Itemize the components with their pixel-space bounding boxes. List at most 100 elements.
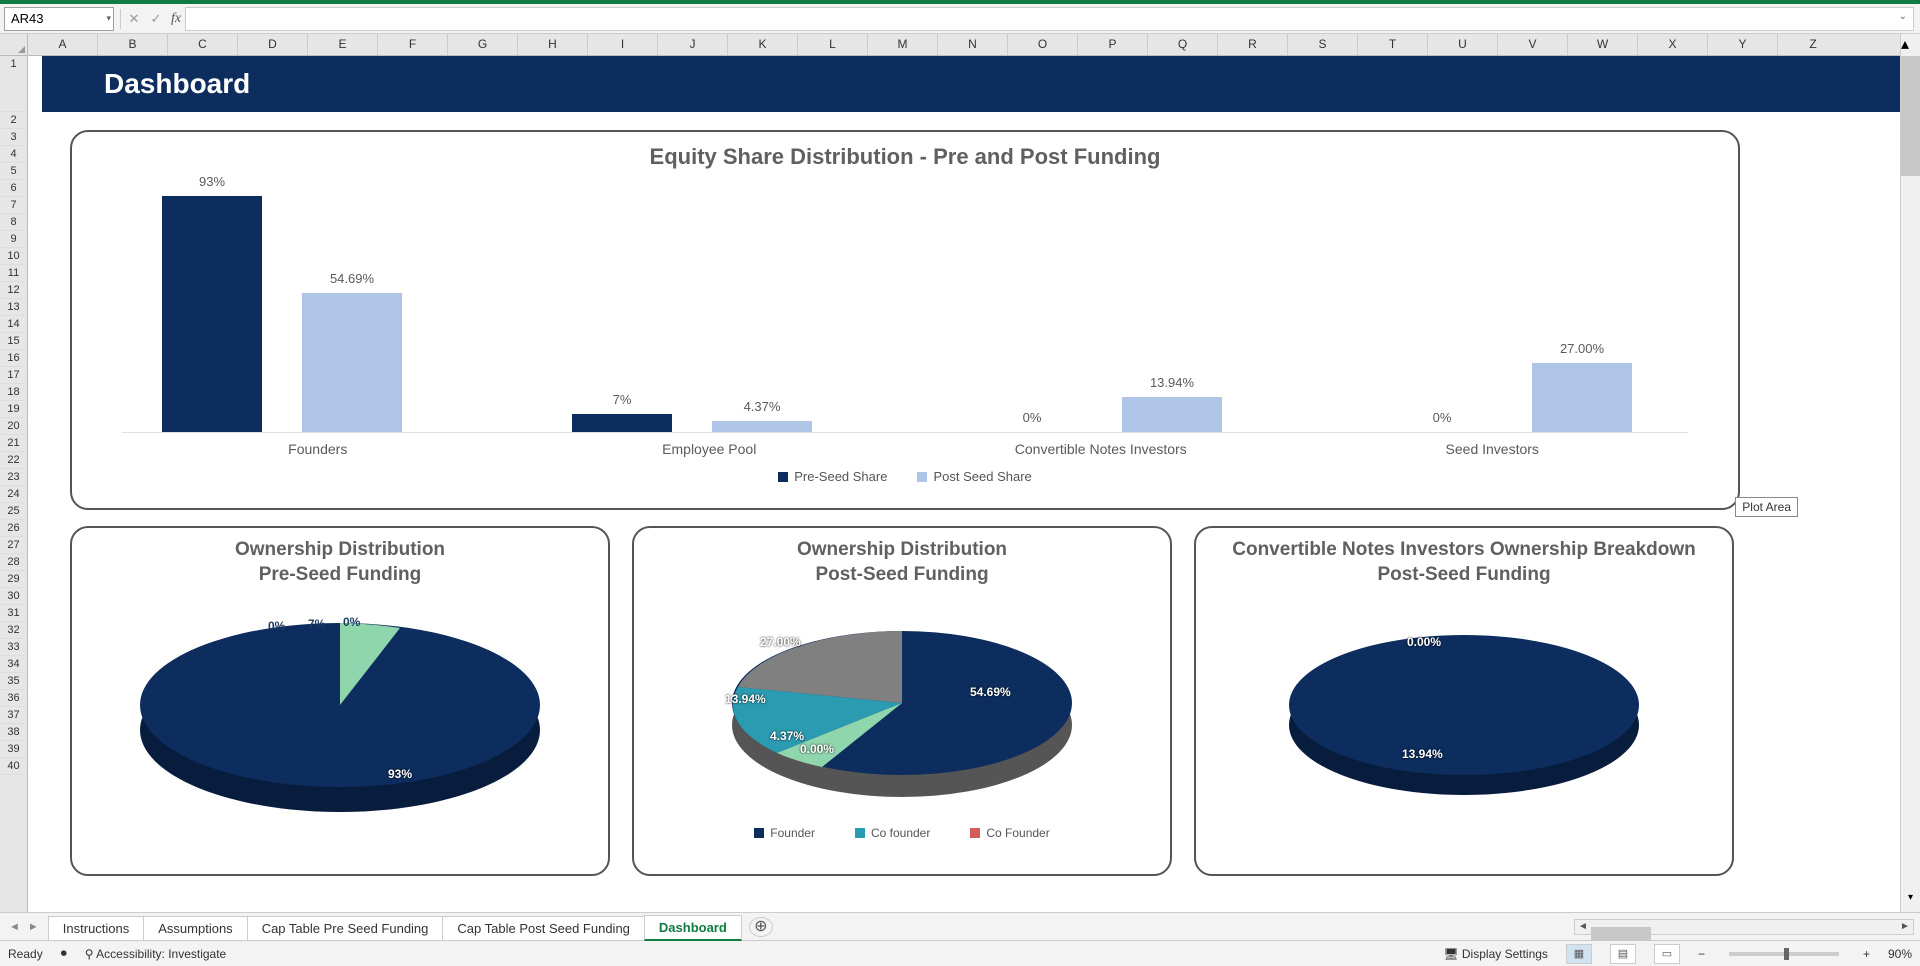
horizontal-scrollbar[interactable]: ◄ ► bbox=[1574, 919, 1914, 935]
expand-formula-icon[interactable]: ⌄ bbox=[1899, 11, 1907, 22]
view-page-layout-button[interactable]: ▤ bbox=[1610, 944, 1636, 964]
hscroll-left-button[interactable]: ◄ bbox=[1575, 921, 1591, 932]
chevron-down-icon[interactable]: ▾ bbox=[106, 13, 111, 24]
row-header[interactable]: 16 bbox=[0, 350, 27, 367]
column-header[interactable]: C bbox=[168, 34, 238, 55]
tab-prev-button[interactable]: ◄ bbox=[6, 919, 23, 935]
view-normal-button[interactable]: ▦ bbox=[1566, 944, 1592, 964]
ownership-post-seed-chart[interactable]: Ownership DistributionPost-Seed Funding … bbox=[632, 526, 1172, 876]
column-header[interactable]: I bbox=[588, 34, 658, 55]
zoom-in-button[interactable]: + bbox=[1863, 947, 1870, 961]
row-header[interactable]: 12 bbox=[0, 282, 27, 299]
row-header[interactable]: 11 bbox=[0, 265, 27, 282]
row-header[interactable]: 9 bbox=[0, 231, 27, 248]
row-header[interactable]: 15 bbox=[0, 333, 27, 350]
scroll-thumb[interactable] bbox=[1901, 56, 1920, 176]
sheet-tab-cap-pre-seed[interactable]: Cap Table Pre Seed Funding bbox=[247, 916, 444, 940]
row-header[interactable]: 4 bbox=[0, 146, 27, 163]
convertible-notes-breakdown-chart[interactable]: Convertible Notes Investors Ownership Br… bbox=[1194, 526, 1734, 876]
row-header[interactable]: 35 bbox=[0, 673, 27, 690]
column-header[interactable]: P bbox=[1078, 34, 1148, 55]
column-header[interactable]: R bbox=[1218, 34, 1288, 55]
column-header[interactable]: A bbox=[28, 34, 98, 55]
tab-next-button[interactable]: ► bbox=[25, 919, 42, 935]
row-header[interactable]: 18 bbox=[0, 384, 27, 401]
column-header[interactable]: F bbox=[378, 34, 448, 55]
row-header[interactable]: 36 bbox=[0, 690, 27, 707]
row-header[interactable]: 1 bbox=[0, 56, 27, 112]
column-header[interactable]: W bbox=[1568, 34, 1638, 55]
row-header[interactable]: 21 bbox=[0, 435, 27, 452]
row-header[interactable]: 19 bbox=[0, 401, 27, 418]
column-header[interactable]: X bbox=[1638, 34, 1708, 55]
column-header[interactable]: Q bbox=[1148, 34, 1218, 55]
row-header[interactable]: 31 bbox=[0, 605, 27, 622]
row-header[interactable]: 14 bbox=[0, 316, 27, 333]
accessibility-status[interactable]: ⚲ Accessibility: Investigate bbox=[85, 947, 227, 961]
scrollbar-down-button[interactable]: ▾ bbox=[1901, 892, 1920, 912]
row-header[interactable]: 10 bbox=[0, 248, 27, 265]
column-header[interactable]: U bbox=[1428, 34, 1498, 55]
ownership-pre-seed-chart[interactable]: Ownership DistributionPre-Seed Funding 9… bbox=[70, 526, 610, 876]
column-header[interactable]: V bbox=[1498, 34, 1568, 55]
formula-input[interactable]: ⌄ bbox=[185, 7, 1914, 31]
row-header[interactable]: 6 bbox=[0, 180, 27, 197]
column-header[interactable]: M bbox=[868, 34, 938, 55]
row-header[interactable]: 33 bbox=[0, 639, 27, 656]
sheet-tab-dashboard[interactable]: Dashboard bbox=[644, 915, 742, 941]
zoom-slider[interactable] bbox=[1729, 952, 1839, 956]
column-header[interactable]: T bbox=[1358, 34, 1428, 55]
column-header[interactable]: S bbox=[1288, 34, 1358, 55]
select-all-corner[interactable] bbox=[0, 34, 28, 55]
row-header[interactable]: 30 bbox=[0, 588, 27, 605]
row-header[interactable]: 2 bbox=[0, 112, 27, 129]
row-header[interactable]: 7 bbox=[0, 197, 27, 214]
column-header[interactable]: O bbox=[1008, 34, 1078, 55]
row-header[interactable]: 25 bbox=[0, 503, 27, 520]
hscroll-thumb[interactable] bbox=[1591, 927, 1651, 941]
sheet-content[interactable]: Dashboard Equity Share Distribution - Pr… bbox=[28, 56, 1900, 912]
hscroll-right-button[interactable]: ► bbox=[1897, 921, 1913, 932]
vertical-scrollbar[interactable]: ▾ bbox=[1900, 56, 1920, 912]
column-header[interactable]: H bbox=[518, 34, 588, 55]
row-header[interactable]: 20 bbox=[0, 418, 27, 435]
column-header[interactable]: B bbox=[98, 34, 168, 55]
zoom-percent[interactable]: 90% bbox=[1888, 947, 1912, 961]
row-header[interactable]: 40 bbox=[0, 758, 27, 775]
add-sheet-button[interactable]: ⊕ bbox=[749, 917, 773, 937]
row-header[interactable]: 13 bbox=[0, 299, 27, 316]
column-header[interactable]: E bbox=[308, 34, 378, 55]
row-header[interactable]: 39 bbox=[0, 741, 27, 758]
display-settings-button[interactable]: 🖥 Display Settings bbox=[1443, 947, 1548, 961]
row-header[interactable]: 17 bbox=[0, 367, 27, 384]
row-header[interactable]: 28 bbox=[0, 554, 27, 571]
row-header[interactable]: 24 bbox=[0, 486, 27, 503]
row-header[interactable]: 37 bbox=[0, 707, 27, 724]
column-header[interactable]: L bbox=[798, 34, 868, 55]
row-header[interactable]: 22 bbox=[0, 452, 27, 469]
column-header[interactable]: D bbox=[238, 34, 308, 55]
column-header[interactable]: G bbox=[448, 34, 518, 55]
row-header[interactable]: 8 bbox=[0, 214, 27, 231]
sheet-tab-cap-post-seed[interactable]: Cap Table Post Seed Funding bbox=[442, 916, 645, 940]
macro-record-icon[interactable]: ⏺ bbox=[61, 946, 67, 961]
row-header[interactable]: 26 bbox=[0, 520, 27, 537]
row-header[interactable]: 29 bbox=[0, 571, 27, 588]
view-page-break-button[interactable]: ▭ bbox=[1654, 944, 1680, 964]
confirm-formula-button[interactable]: ✓ bbox=[145, 11, 167, 27]
row-header[interactable]: 5 bbox=[0, 163, 27, 180]
column-header[interactable]: K bbox=[728, 34, 798, 55]
column-header[interactable]: Y bbox=[1708, 34, 1778, 55]
column-header[interactable]: Z bbox=[1778, 34, 1848, 55]
row-header[interactable]: 32 bbox=[0, 622, 27, 639]
scrollbar-up-button[interactable]: ▴ bbox=[1900, 34, 1920, 56]
sheet-tab-instructions[interactable]: Instructions bbox=[48, 916, 144, 940]
zoom-out-button[interactable]: − bbox=[1698, 947, 1705, 961]
sheet-tab-assumptions[interactable]: Assumptions bbox=[143, 916, 247, 940]
column-header[interactable]: N bbox=[938, 34, 1008, 55]
column-header[interactable]: J bbox=[658, 34, 728, 55]
row-header[interactable]: 3 bbox=[0, 129, 27, 146]
row-header[interactable]: 38 bbox=[0, 724, 27, 741]
equity-distribution-chart[interactable]: Equity Share Distribution - Pre and Post… bbox=[70, 130, 1740, 510]
cancel-formula-button[interactable]: ✕ bbox=[123, 11, 145, 27]
